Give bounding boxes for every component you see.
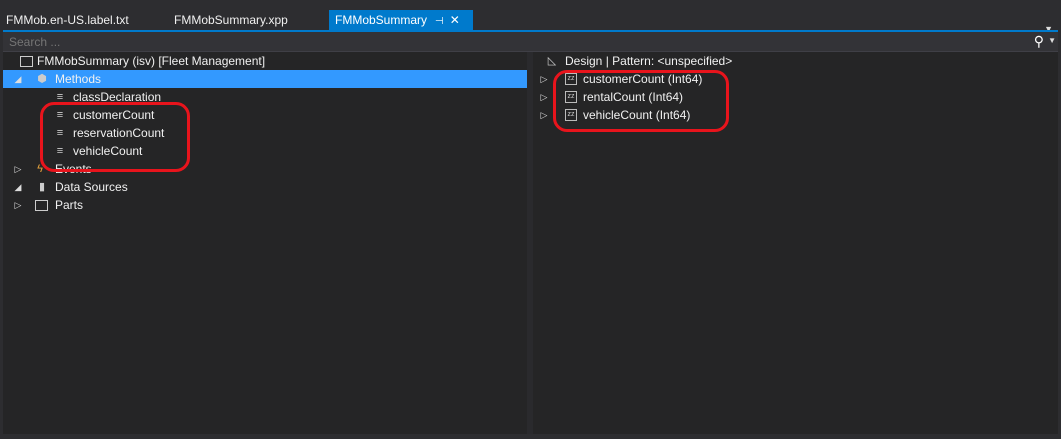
tab-label: FMMobSummary	[335, 13, 428, 27]
expand-icon[interactable]: ▷	[13, 160, 23, 178]
expand-icon[interactable]: ▷	[539, 106, 549, 124]
int64-field-icon: zz	[565, 73, 577, 85]
tree-node-design[interactable]: ◺ Design | Pattern: <unspecified>	[533, 52, 1058, 70]
tree-node-method[interactable]: ≡ classDeclaration	[3, 88, 527, 106]
expand-icon[interactable]: ▷	[539, 88, 549, 106]
int64-field-icon: zz	[565, 109, 577, 121]
database-icon: ▮	[38, 181, 46, 193]
methods-icon: ⬢	[37, 73, 47, 85]
tab-fmmobsummary[interactable]: FMMobSummary ⊣ ✕	[329, 10, 473, 30]
design-ruler-icon: ◺	[547, 55, 557, 67]
tree-node-method[interactable]: ≡ vehicleCount	[3, 142, 527, 160]
tab-xpp-file[interactable]: FMMobSummary.xpp	[168, 10, 294, 30]
tab-label: FMMobSummary.xpp	[174, 13, 288, 27]
collapse-icon[interactable]: ◢	[13, 178, 23, 196]
search-options-dropdown-icon[interactable]: ▼	[1048, 36, 1056, 45]
tree-label: Methods	[55, 72, 102, 86]
tree-label: Design | Pattern: <unspecified>	[565, 54, 733, 68]
tree-node-events[interactable]: ▷ ϟ Events	[3, 160, 527, 178]
tree-label: customerCount (Int64)	[583, 72, 703, 86]
tree-label: vehicleCount (Int64)	[583, 108, 691, 122]
form-icon	[20, 56, 33, 67]
tree-label: classDeclaration	[73, 90, 162, 104]
method-icon: ≡	[56, 91, 64, 103]
search-icon[interactable]: ⚲	[1034, 33, 1044, 50]
lightning-icon: ϟ	[37, 163, 43, 175]
tree-label: reservationCount	[73, 126, 165, 140]
tree-node-field[interactable]: ▷ zz rentalCount (Int64)	[533, 88, 1058, 106]
tree-label: FMMobSummary (isv) [Fleet Management]	[37, 54, 266, 68]
tree-label: vehicleCount	[73, 144, 143, 158]
pin-icon[interactable]: ⊣	[435, 16, 444, 27]
tab-label-file[interactable]: FMMob.en-US.label.txt	[0, 10, 135, 30]
method-icon: ≡	[56, 145, 64, 157]
method-icon: ≡	[56, 127, 64, 139]
tree-node-data-sources[interactable]: ◢ ▮ Data Sources	[3, 178, 527, 196]
search-bar: ⚲ ▼	[3, 32, 1058, 52]
collapse-icon[interactable]: ◢	[13, 70, 23, 88]
tab-label: FMMob.en-US.label.txt	[6, 13, 129, 27]
tree-node-field[interactable]: ▷ zz vehicleCount (Int64)	[533, 106, 1058, 124]
tree-label: rentalCount (Int64)	[583, 90, 684, 104]
tree-label: Data Sources	[55, 180, 128, 194]
expand-icon[interactable]: ▷	[539, 70, 549, 88]
tree-root[interactable]: FMMobSummary (isv) [Fleet Management]	[3, 52, 527, 70]
tree-node-parts[interactable]: ▷ Parts	[3, 196, 527, 214]
method-icon: ≡	[56, 109, 64, 121]
tree-label: Parts	[55, 198, 84, 212]
int64-field-icon: zz	[565, 91, 577, 103]
tree-label: customerCount	[73, 108, 155, 122]
tree-label: Events	[55, 162, 92, 176]
design-tree-pane: ◺ Design | Pattern: <unspecified> ▷ zz cus…	[533, 52, 1058, 434]
close-icon[interactable]: ✕	[450, 13, 460, 27]
expand-icon[interactable]: ▷	[13, 196, 23, 214]
tree-node-field[interactable]: ▷ zz customerCount (Int64)	[533, 70, 1058, 88]
tree-node-method[interactable]: ≡ reservationCount	[3, 124, 527, 142]
search-input[interactable]	[3, 32, 915, 52]
element-tree-pane: FMMobSummary (isv) [Fleet Management] ◢ …	[3, 52, 527, 434]
tree-node-methods[interactable]: ◢ ⬢ Methods	[3, 70, 527, 88]
document-tabs: FMMob.en-US.label.txt FMMobSummary.xpp F…	[0, 10, 1061, 34]
parts-icon	[35, 200, 48, 211]
tree-node-method[interactable]: ≡ customerCount	[3, 106, 527, 124]
